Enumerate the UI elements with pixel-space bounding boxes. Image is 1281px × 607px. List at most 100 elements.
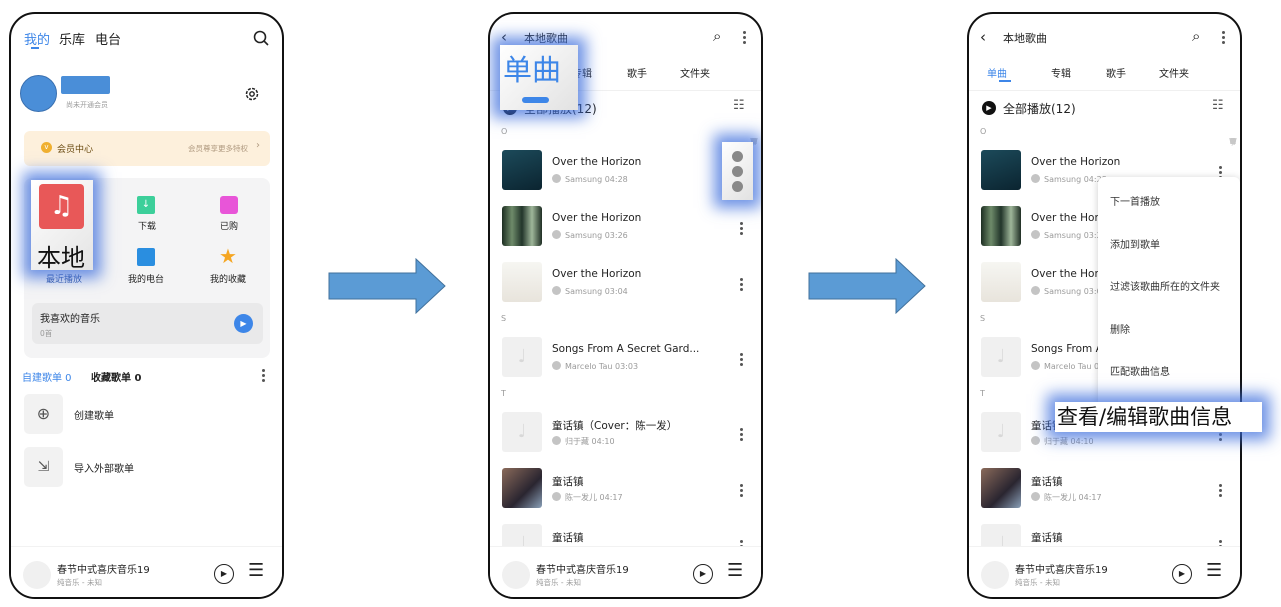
more-options-highlight-overlay[interactable] (722, 142, 753, 200)
play-icon[interactable]: ▶ (234, 314, 253, 333)
arrow-right-icon (328, 258, 446, 314)
song-row[interactable]: ♩ 童话镇（Cover：陈一发） 归于藏 04:10 (490, 408, 752, 460)
more-options-icon[interactable] (740, 222, 744, 237)
vip-icon: v (41, 142, 52, 153)
page-title: 本地歌曲 (524, 32, 568, 45)
back-icon[interactable]: ‹ (980, 28, 986, 46)
favorite-music-card[interactable]: 我喜欢的音乐 0首 ▶ (32, 303, 263, 344)
back-icon[interactable]: ‹ (501, 28, 507, 46)
menu-item-match-info[interactable]: 匹配歌曲信息 (1110, 363, 1170, 378)
more-options-icon[interactable] (740, 278, 744, 293)
tab-folders[interactable]: 文件夹 (680, 65, 710, 80)
more-icon[interactable] (743, 31, 747, 46)
song-row[interactable]: ♩ Songs From A Secret Gard... Marcelo Tau … (490, 333, 752, 385)
album-art: ♩ (981, 337, 1021, 377)
song-artist: Marcelo Tau (565, 362, 613, 371)
songs-tab-highlight-overlay[interactable]: 单曲 (500, 45, 578, 110)
song-meta: 归于藏 04:10 (1031, 436, 1094, 447)
page-title: 本地歌曲 (1003, 32, 1047, 45)
song-row[interactable]: Over the Horizon Samsung 03:04 (490, 258, 752, 310)
mini-player[interactable]: 春节中式喜庆音乐19 纯音乐 - 未知 ▶ ☰ (969, 546, 1240, 597)
more-icon[interactable] (1222, 31, 1226, 46)
playlist-menu-icon[interactable]: ☰ (727, 560, 743, 581)
search-icon[interactable]: ⌕ (1192, 27, 1200, 45)
more-options-icon[interactable] (1219, 484, 1223, 499)
play-all-button[interactable]: 全部播放(12) (1003, 100, 1076, 117)
more-options-icon[interactable] (740, 484, 744, 499)
menu-item-play-next[interactable]: 下一首播放 (1110, 193, 1160, 208)
song-title: 童话镇 (1031, 476, 1063, 488)
download-icon: ↓ (137, 196, 155, 214)
grid-item-recent[interactable]: 最近播放 (46, 272, 82, 285)
create-playlist-button[interactable]: 创建歌单 (74, 407, 114, 422)
list-options-icon[interactable]: ☷ (733, 98, 745, 113)
grid-item-favorites[interactable]: 我的收藏 (210, 272, 246, 285)
tab-indicator (999, 80, 1011, 82)
menu-item-filter-folder[interactable]: 过滤该歌曲所在的文件夹 (1110, 278, 1220, 293)
mini-player[interactable]: 春节中式喜庆音乐19 纯音乐 - 未知 ▶ ☰ (490, 546, 761, 597)
tab-indicator (31, 47, 39, 49)
tab-radio[interactable]: 电台 (95, 29, 121, 48)
song-title: Over the Horizon (1031, 156, 1121, 168)
chevron-right-icon: › (256, 140, 260, 151)
song-row[interactable]: 童话镇 陈一发儿 04:17 (969, 464, 1231, 516)
tab-songs[interactable]: 单曲 (987, 65, 1007, 80)
tab-albums[interactable]: 专辑 (1051, 65, 1071, 80)
downloaded-check-icon (1031, 174, 1040, 183)
avatar[interactable] (20, 75, 57, 112)
more-options-icon[interactable] (740, 353, 744, 368)
song-title: 童话镇 (1031, 532, 1063, 544)
downloaded-check-icon (552, 492, 561, 501)
song-artist: 陈一发儿 (565, 493, 597, 502)
section-letter: O (501, 127, 508, 136)
song-row[interactable]: 童话镇 陈一发儿 04:17 (490, 464, 752, 516)
playlist-menu-icon[interactable]: ☰ (248, 560, 264, 581)
local-highlight-overlay[interactable]: ♫ 本地 (31, 180, 93, 272)
tab-indicator (522, 97, 549, 103)
play-button[interactable]: ▶ (693, 564, 713, 584)
now-playing-subtitle: 纯音乐 - 未知 (536, 578, 581, 587)
tab-artists[interactable]: 歌手 (627, 65, 647, 80)
menu-item-view-edit-info-highlight[interactable]: 查看/编辑歌曲信息 (1055, 402, 1262, 432)
create-playlist-icon: ⊕ (24, 394, 63, 434)
tab-library[interactable]: 乐库 (59, 29, 85, 48)
song-meta: 陈一发儿 04:17 (552, 492, 623, 503)
tab-artists[interactable]: 歌手 (1106, 65, 1126, 80)
grid-item-purchased[interactable]: 已购 (220, 219, 238, 232)
vip-title: 会员中心 (57, 145, 94, 155)
tab-my[interactable]: 我的 (24, 29, 50, 48)
section-letter: T (980, 389, 985, 398)
search-icon[interactable] (253, 30, 269, 46)
song-meta: Samsung 03:26 (552, 230, 628, 240)
play-button[interactable]: ▶ (214, 564, 234, 584)
menu-item-add-to-playlist[interactable]: 添加到歌单 (1110, 236, 1160, 251)
grid-item-download[interactable]: 下载 (138, 219, 156, 232)
tab-folders[interactable]: 文件夹 (1159, 65, 1189, 80)
song-artist: 陈一发儿 (1044, 493, 1076, 502)
song-meta: Samsung 04:28 (1031, 174, 1107, 184)
grid-item-my-radio[interactable]: 我的电台 (128, 272, 164, 285)
song-row[interactable]: Over the Horizon Samsung 03:26 (490, 202, 752, 254)
section-letter: S (980, 314, 986, 323)
song-row[interactable]: Over the Horizon Samsung 04:28 (490, 146, 752, 198)
menu-item-delete[interactable]: 删除 (1110, 321, 1130, 336)
index-letter[interactable]: # (1228, 135, 1238, 150)
arrow-right-icon (808, 258, 926, 314)
album-art: ♩ (502, 337, 542, 377)
search-icon[interactable]: ⌕ (713, 27, 721, 45)
star-icon: ★ (219, 244, 237, 268)
tab-saved-playlists[interactable]: 收藏歌单 0 (91, 369, 141, 384)
section-letter: T (501, 389, 506, 398)
import-playlist-button[interactable]: 导入外部歌单 (74, 460, 134, 475)
play-button[interactable]: ▶ (1172, 564, 1192, 584)
more-icon[interactable] (262, 369, 266, 384)
settings-gear-icon[interactable] (244, 86, 260, 102)
mini-player[interactable]: 春节中式喜庆音乐19 纯音乐 - 未知 ▶ ☰ (11, 546, 282, 597)
song-artist: Samsung (1044, 231, 1082, 240)
playlist-menu-icon[interactable]: ☰ (1206, 560, 1222, 581)
play-all-icon[interactable]: ▶ (982, 101, 996, 115)
more-options-icon[interactable] (740, 428, 744, 443)
list-options-icon[interactable]: ☷ (1212, 98, 1224, 113)
vip-banner[interactable]: v 会员中心 会员尊享更多特权 › (24, 131, 270, 166)
tab-created-playlists[interactable]: 自建歌单 0 (22, 369, 72, 384)
